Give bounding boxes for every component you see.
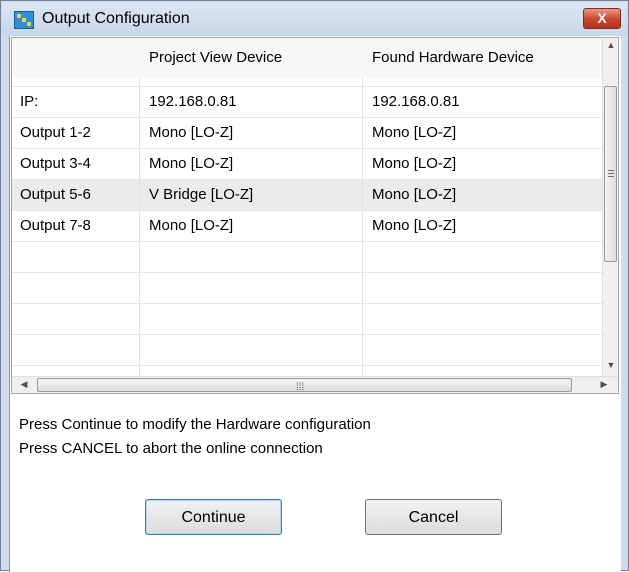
project-view-value: Mono [LO-Z] xyxy=(149,155,234,172)
window-title: Output Configuration xyxy=(42,10,190,27)
row-divider xyxy=(12,117,602,118)
project-view-value: V Bridge [LO-Z] xyxy=(149,186,254,203)
chevron-down-icon[interactable]: ▼ xyxy=(603,360,618,370)
chevron-up-icon[interactable]: ▲ xyxy=(603,40,618,50)
grip-icon: ⁞⁞⁞ xyxy=(296,382,305,393)
table-row[interactable]: IP: 192.168.0.81 192.168.0.81 xyxy=(12,86,602,117)
row-label: Output 1-2 xyxy=(20,124,91,141)
row-label: IP: xyxy=(20,93,39,110)
close-icon: X xyxy=(597,10,607,26)
vertical-scroll-thumb[interactable] xyxy=(604,86,617,262)
table-row[interactable]: Output 7-8 Mono [LO-Z] Mono [LO-Z] xyxy=(12,210,602,241)
row-divider xyxy=(12,210,602,211)
cancel-button[interactable]: Cancel xyxy=(365,499,502,535)
device-grid: Project View Device Found Hardware Devic… xyxy=(11,37,619,394)
app-icon xyxy=(14,11,34,29)
project-view-value: 192.168.0.81 xyxy=(149,93,237,110)
row-divider xyxy=(12,272,602,273)
column-header-project-view-device[interactable]: Project View Device xyxy=(139,38,362,78)
continue-button[interactable]: Continue xyxy=(145,499,282,535)
column-divider xyxy=(362,78,363,393)
found-hardware-value: Mono [LO-Z] xyxy=(372,217,457,234)
message-line-2: Press CANCEL to abort the online connect… xyxy=(19,440,323,457)
row-label: Output 3-4 xyxy=(20,155,91,172)
row-divider xyxy=(12,365,602,366)
row-divider xyxy=(12,148,602,149)
project-view-value: Mono [LO-Z] xyxy=(149,217,234,234)
found-hardware-value: Mono [LO-Z] xyxy=(372,186,457,203)
close-button[interactable]: X xyxy=(583,8,621,29)
instruction-message: Press Continue to modify the Hardware co… xyxy=(19,413,371,461)
grid-header: Project View Device Found Hardware Devic… xyxy=(12,38,602,78)
project-view-value: Mono [LO-Z] xyxy=(149,124,234,141)
table-row[interactable]: Output 1-2 Mono [LO-Z] Mono [LO-Z] xyxy=(12,117,602,148)
found-hardware-value: 192.168.0.81 xyxy=(372,93,460,110)
row-divider xyxy=(12,179,602,180)
found-hardware-value: Mono [LO-Z] xyxy=(372,124,457,141)
title-bar[interactable]: Output Configuration X xyxy=(2,2,627,36)
column-divider xyxy=(139,78,140,393)
message-line-1: Press Continue to modify the Hardware co… xyxy=(19,416,371,433)
row-divider xyxy=(12,86,602,87)
output-configuration-dialog: Output Configuration X Project View Devi… xyxy=(0,0,629,572)
row-divider xyxy=(12,334,602,335)
chevron-left-icon[interactable]: ◀ xyxy=(16,379,32,390)
chevron-right-icon[interactable]: ▶ xyxy=(596,379,612,390)
row-divider xyxy=(12,303,602,304)
table-row[interactable]: Output 3-4 Mono [LO-Z] Mono [LO-Z] xyxy=(12,148,602,179)
table-row-selected[interactable]: Output 5-6 V Bridge [LO-Z] Mono [LO-Z] xyxy=(12,179,602,210)
vertical-scrollbar[interactable]: ▲ ▼ xyxy=(602,38,618,376)
horizontal-scrollbar[interactable]: ◀ ⁞⁞⁞ ▶ xyxy=(12,376,618,393)
horizontal-scroll-thumb[interactable]: ⁞⁞⁞ xyxy=(37,378,572,393)
row-label: Output 5-6 xyxy=(20,186,91,203)
column-header-found-hardware-device[interactable]: Found Hardware Device xyxy=(362,38,602,78)
row-divider xyxy=(12,241,602,242)
dialog-body: Project View Device Found Hardware Devic… xyxy=(9,36,621,572)
row-label: Output 7-8 xyxy=(20,217,91,234)
found-hardware-value: Mono [LO-Z] xyxy=(372,155,457,172)
column-header-label[interactable] xyxy=(12,38,139,78)
